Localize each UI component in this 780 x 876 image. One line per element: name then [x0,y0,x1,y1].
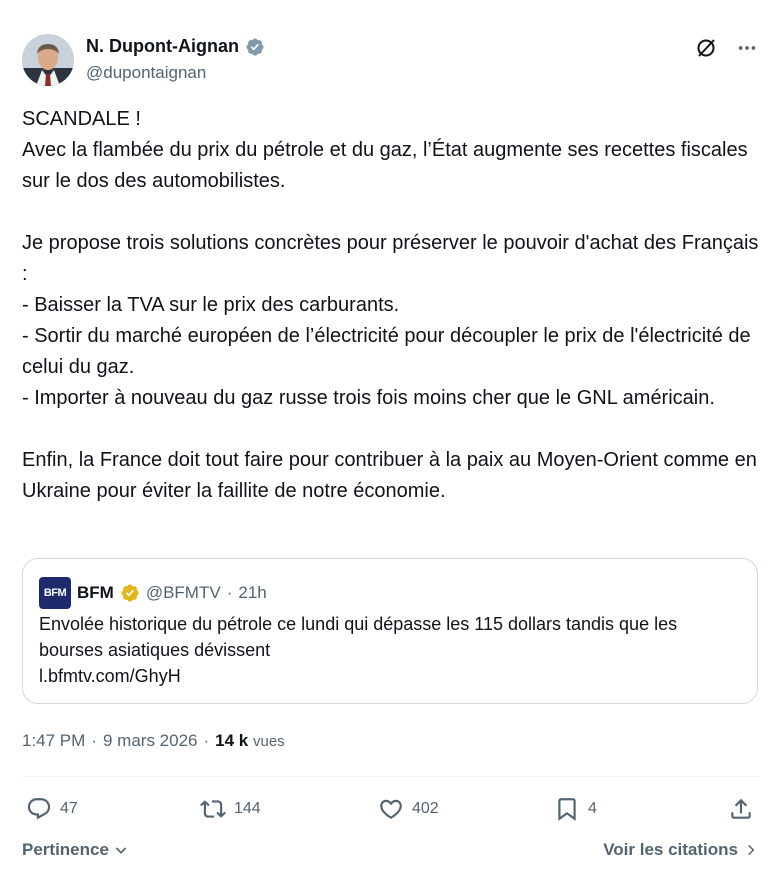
verified-gold-icon [121,584,139,602]
reply-count: 47 [60,800,78,817]
views-label: vues [252,733,285,750]
views-count: 14 k [215,731,249,750]
view-citations-link[interactable]: Voir les citations [603,840,758,860]
tweet: N. Dupont-Aignan @dupontaignan SCANDALE … [0,0,780,876]
quoted-time[interactable]: 21h [238,583,266,603]
tweet-text: SCANDALE ! Avec la flambée du prix du pé… [22,108,759,502]
bookmark-count: 4 [588,800,597,817]
quoted-tweet-header: BFM BFM @BFMTV · 21h [39,577,267,609]
tweet-metadata: 1:47 PM · 9 mars 2026 · 14 k vues [22,731,285,751]
reply-button[interactable]: 47 [26,796,78,822]
author-avatar[interactable] [22,34,74,86]
tweet-date[interactable]: 9 mars 2026 [103,731,198,751]
avatar-image [22,34,74,86]
divider [22,776,758,777]
repost-button[interactable]: 144 [200,796,261,822]
bookmark-icon [558,798,576,821]
author-name-text: N. Dupont-Aignan [86,36,239,56]
quoted-tweet-text: Envolée historique du pétrole ce lundi q… [39,614,678,686]
repost-icon [200,800,226,818]
grok-icon[interactable] [694,36,718,60]
chevron-right-icon [748,844,755,856]
heart-icon [380,799,402,819]
sort-label: Pertinence [22,840,109,859]
tweet-time[interactable]: 1:47 PM [22,731,85,751]
author-handle[interactable]: @dupontaignan [86,63,206,83]
verified-badge-icon [246,37,264,56]
sort-dropdown[interactable]: Pertinence [22,840,129,860]
separator-dot: · [203,731,210,750]
quoted-tweet[interactable]: BFM BFM @BFMTV · 21h Envolée historique … [22,558,758,704]
bookmark-button[interactable]: 4 [554,796,597,822]
share-icon [731,798,751,819]
repost-count: 144 [234,800,261,817]
tweet-top-actions [694,36,758,60]
tweet-actions-bar: 47 144 402 4 [22,790,758,830]
like-button[interactable]: 402 [378,796,439,822]
more-options-icon[interactable] [736,37,758,59]
bfm-logo: BFM [39,577,71,609]
separator-dot: · [226,583,233,602]
chevron-down-icon [115,847,127,854]
quoted-author-handle[interactable]: @BFMTV [146,583,221,603]
separator-dot: · [91,731,97,750]
author-name[interactable]: N. Dupont-Aignan [86,36,265,57]
like-count: 402 [412,800,439,817]
citations-label: Voir les citations [603,840,738,859]
reply-icon [27,798,51,820]
quoted-author-name[interactable]: BFM [77,583,114,603]
share-button[interactable] [728,796,754,822]
